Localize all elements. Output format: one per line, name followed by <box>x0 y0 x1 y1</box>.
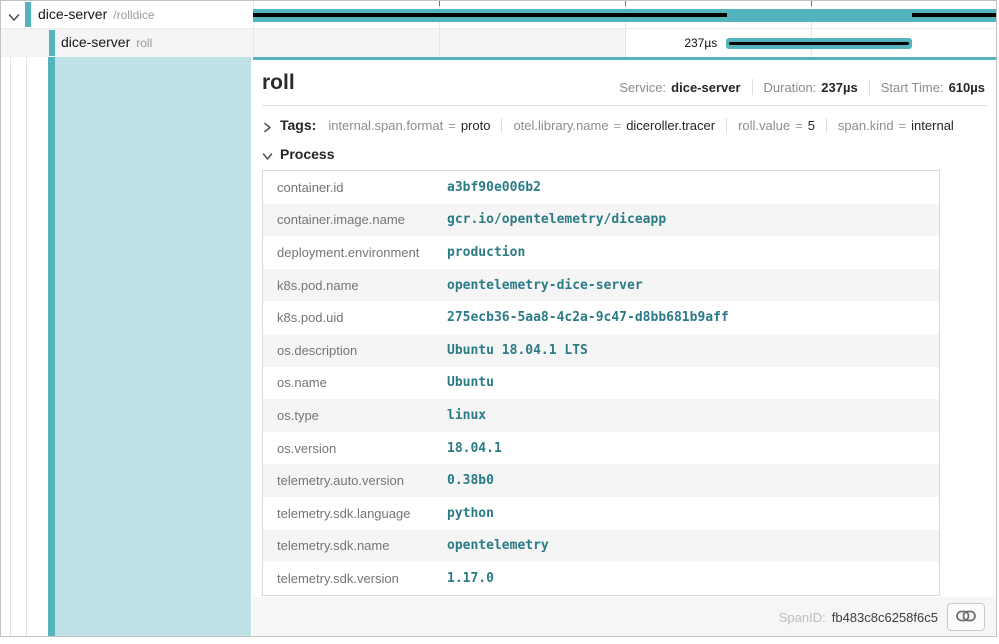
link-icon <box>956 610 976 625</box>
tag-item: span.kind=internal <box>838 118 954 133</box>
table-row: k8s.pod.uid275ecb36-5aa8-4c2a-9c47-d8bb6… <box>263 301 939 334</box>
table-row: telemetry.sdk.nameopentelemetry <box>263 530 939 563</box>
chevron-right-icon <box>262 120 273 131</box>
span-row-roll[interactable]: dice-server roll <box>1 29 997 57</box>
trace-view: 237µs dice-server/rolldice dice-serverro… <box>0 0 999 644</box>
table-row: os.descriptionUbuntu 18.04.1 LTS <box>263 334 939 367</box>
table-row: telemetry.sdk.languagepython <box>263 497 939 530</box>
selected-span-underlay <box>55 57 251 637</box>
span-operation-title: roll <box>262 71 295 95</box>
table-row: deployment.environmentproduction <box>263 236 939 269</box>
tree-gutter <box>1 57 253 637</box>
table-row: telemetry.auto.version0.38b0 <box>263 464 939 497</box>
start-time-value: 610µs <box>949 80 985 95</box>
span-meta: Service: dice-server Duration: 237µs Sta… <box>619 79 985 95</box>
service-name: dice-server <box>61 34 130 50</box>
meta-divider <box>752 79 753 95</box>
tag-divider <box>501 118 502 133</box>
span-tree-cell[interactable]: dice-server/rolldice <box>1 1 253 28</box>
indent-guide-line <box>10 57 11 637</box>
table-row: os.version18.04.1 <box>263 432 939 465</box>
collapse-chevron-icon[interactable] <box>8 10 20 20</box>
duration-value: 237µs <box>821 80 857 95</box>
span-id-label: SpanID: <box>779 610 826 625</box>
header-divider <box>262 105 988 106</box>
meta-divider <box>869 79 870 95</box>
tags-accordion[interactable]: Tags: internal.span.format=proto otel.li… <box>262 117 988 133</box>
table-row: container.ida3bf90e006b2 <box>263 171 939 204</box>
indent-guide-line <box>26 57 27 637</box>
tag-item: internal.span.format=proto <box>328 118 490 133</box>
service-name: dice-server <box>38 6 107 22</box>
process-label: Process <box>280 146 334 162</box>
tag-item: roll.value=5 <box>738 118 815 133</box>
table-row: k8s.pod.nameopentelemetry-dice-server <box>263 269 939 302</box>
span-detail-panel: roll Service: dice-server Duration: 237µ… <box>253 57 997 637</box>
selected-span-stripe <box>48 57 55 637</box>
tag-divider <box>726 118 727 133</box>
table-row: container.image.namegcr.io/opentelemetry… <box>263 204 939 237</box>
process-table: container.ida3bf90e006b2 container.image… <box>262 170 940 596</box>
duration-label: Duration: <box>764 80 817 95</box>
service-value: dice-server <box>671 80 740 95</box>
operation-name: roll <box>136 36 152 50</box>
span-detail-header: roll Service: dice-server Duration: 237µ… <box>253 60 997 95</box>
table-row: os.nameUbuntu <box>263 367 939 400</box>
table-row: os.typelinux <box>263 399 939 432</box>
span-row-rolldice[interactable]: dice-server/rolldice <box>1 1 997 29</box>
service-color-stripe <box>49 30 55 56</box>
operation-name: /rolldice <box>113 8 154 22</box>
table-row: telemetry.sdk.version1.17.0 <box>263 562 939 595</box>
tag-item: otel.library.name=diceroller.tracer <box>513 118 715 133</box>
tags-label: Tags: <box>280 117 316 133</box>
service-color-stripe <box>25 2 31 27</box>
span-detail-footer: SpanID: fb483c8c6258f6c5 <box>253 597 997 637</box>
deep-link-button[interactable] <box>947 603 985 631</box>
service-label: Service: <box>619 80 666 95</box>
process-accordion[interactable]: Process <box>262 146 988 162</box>
tags-summary: internal.span.format=proto otel.library.… <box>328 118 954 133</box>
tag-divider <box>826 118 827 133</box>
chevron-down-icon <box>262 149 273 160</box>
start-time-label: Start Time: <box>881 80 944 95</box>
span-tree-cell[interactable]: dice-server roll <box>1 29 253 57</box>
span-id-value: fb483c8c6258f6c5 <box>832 610 938 625</box>
